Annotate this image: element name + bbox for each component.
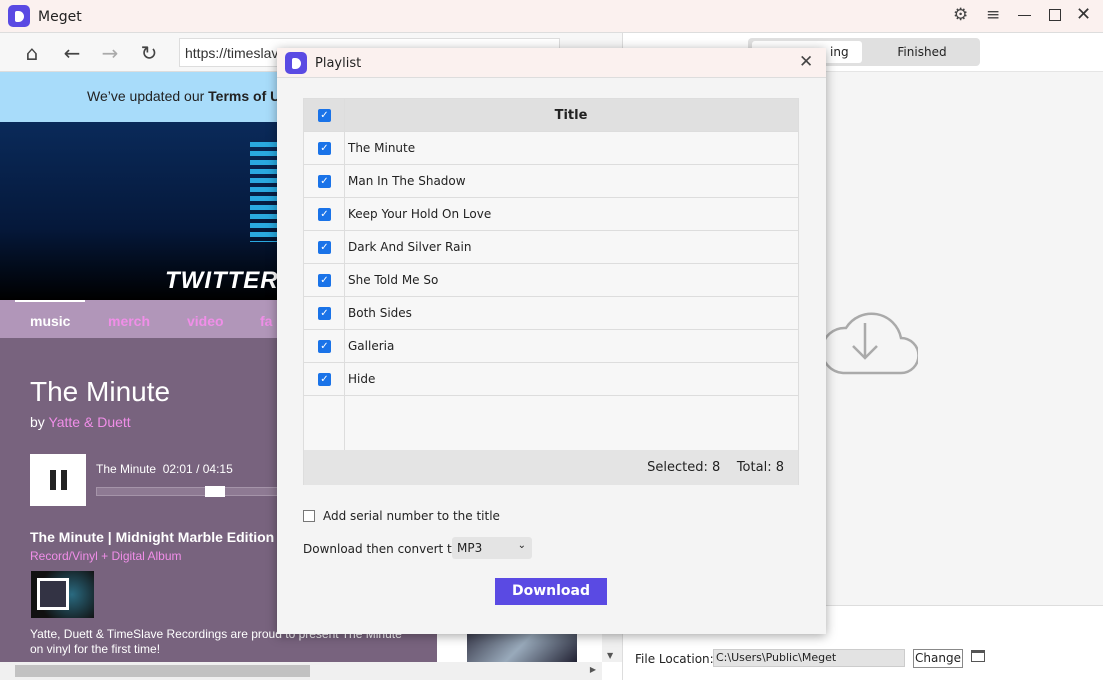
description-line-2: on vinyl for the first time!	[30, 642, 161, 656]
home-icon[interactable]: ⌂	[20, 41, 44, 65]
row-title: Keep Your Hold On Love	[348, 207, 492, 221]
by-label: by	[30, 414, 49, 430]
change-button[interactable]: Change	[913, 649, 963, 668]
meget-logo-icon	[8, 5, 30, 27]
close-icon[interactable]: ✕	[1076, 4, 1091, 25]
serial-number-checkbox[interactable]	[303, 510, 315, 522]
table-row[interactable]: ✓ Hide	[304, 363, 798, 396]
progress-track[interactable]	[96, 486, 296, 497]
row-checkbox[interactable]: ✓	[318, 175, 331, 188]
convert-label: Download then convert to:	[303, 542, 464, 556]
row-title: Hide	[348, 372, 376, 386]
row-title: Galleria	[348, 339, 395, 353]
row-title: Dark And Silver Rain	[348, 240, 472, 254]
table-row[interactable]: ✓ The Minute	[304, 132, 798, 165]
row-checkbox[interactable]: ✓	[318, 208, 331, 221]
gear-icon[interactable]: ⚙	[953, 5, 968, 25]
nav-fan[interactable]: fa	[260, 313, 272, 329]
row-title: Man In The Shadow	[348, 174, 466, 188]
nav-video[interactable]: video	[187, 313, 224, 329]
progress-handle[interactable]	[205, 486, 225, 497]
nav-music[interactable]: music	[30, 313, 70, 329]
banner-text: We’ve updated our	[87, 88, 209, 104]
playlist-table: ✓ Title ✓ The Minute ✓ Man In The Shadow ✓ Kee…	[303, 98, 799, 485]
row-title: The Minute	[348, 141, 416, 155]
row-checkbox[interactable]: ✓	[318, 340, 331, 353]
meget-logo-icon	[285, 52, 307, 74]
album-thumbnail[interactable]	[31, 571, 94, 618]
artist-link[interactable]: Yatte & Duett	[48, 414, 130, 430]
hero-text: TWITTER /	[165, 267, 294, 294]
format-select[interactable]: MP3 ⌄	[452, 537, 532, 559]
row-checkbox[interactable]: ✓	[318, 241, 331, 254]
table-row[interactable]: ✓ She Told Me So	[304, 264, 798, 297]
back-icon[interactable]: ←	[60, 41, 84, 65]
pause-button[interactable]	[30, 454, 86, 506]
nav-merch[interactable]: merch	[108, 313, 150, 329]
table-row[interactable]: ✓ Galleria	[304, 330, 798, 363]
player-time: 02:01 / 04:15	[162, 462, 233, 476]
scroll-thumb[interactable]	[15, 665, 310, 677]
product-subtitle: Record/Vinyl + Digital Album	[30, 549, 182, 563]
table-header: ✓ Title	[304, 99, 798, 132]
row-checkbox[interactable]: ✓	[318, 373, 331, 386]
selection-summary: Selected: 8 Total: 8	[304, 450, 798, 485]
table-row[interactable]: ✓ Both Sides	[304, 297, 798, 330]
chevron-down-icon: ⌄	[517, 540, 526, 551]
horizontal-scrollbar[interactable]: ▶	[0, 662, 602, 680]
file-location-input[interactable]: C:\Users\Public\Meget	[713, 649, 905, 667]
table-row[interactable]: ✓ Man In The Shadow	[304, 165, 798, 198]
product-title[interactable]: The Minute | Midnight Marble Edition	[30, 529, 274, 545]
folder-icon[interactable]	[971, 650, 985, 662]
minimize-icon[interactable]	[1018, 15, 1031, 16]
select-all-checkbox[interactable]: ✓	[318, 109, 331, 122]
cloud-download-icon	[823, 312, 918, 375]
app-title: Meget	[38, 9, 82, 25]
row-checkbox[interactable]: ✓	[318, 274, 331, 287]
download-button[interactable]: Download	[495, 578, 607, 605]
serial-number-label: Add serial number to the title	[323, 509, 500, 523]
table-row[interactable]: ✓ Dark And Silver Rain	[304, 231, 798, 264]
maximize-icon[interactable]	[1049, 9, 1061, 21]
terms-link[interactable]: Terms of U	[208, 88, 280, 104]
menu-icon[interactable]: ≡	[986, 5, 1000, 25]
row-title: She Told Me So	[348, 273, 439, 287]
dialog-title: Playlist	[315, 56, 362, 71]
table-row[interactable]: ✓ Keep Your Hold On Love	[304, 198, 798, 231]
tab-finished[interactable]: Finished	[864, 45, 980, 59]
player-track: The Minute	[96, 462, 157, 476]
file-location-label: File Location:	[635, 652, 714, 666]
playlist-dialog: Playlist ✕ ✓ Title ✓ The Minute ✓ Man In The…	[277, 48, 826, 634]
column-title: Title	[554, 108, 588, 123]
row-checkbox[interactable]: ✓	[318, 142, 331, 155]
reload-icon[interactable]: ↻	[137, 41, 161, 65]
track-title: The Minute	[30, 376, 171, 407]
row-checkbox[interactable]: ✓	[318, 307, 331, 320]
title-bar: Meget ⚙ ≡ ✕	[0, 0, 1103, 33]
dialog-header: Playlist ✕	[277, 48, 826, 78]
forward-icon[interactable]: →	[98, 41, 122, 65]
close-icon[interactable]: ✕	[799, 52, 813, 72]
hero-graphic	[250, 142, 278, 242]
row-title: Both Sides	[348, 306, 412, 320]
